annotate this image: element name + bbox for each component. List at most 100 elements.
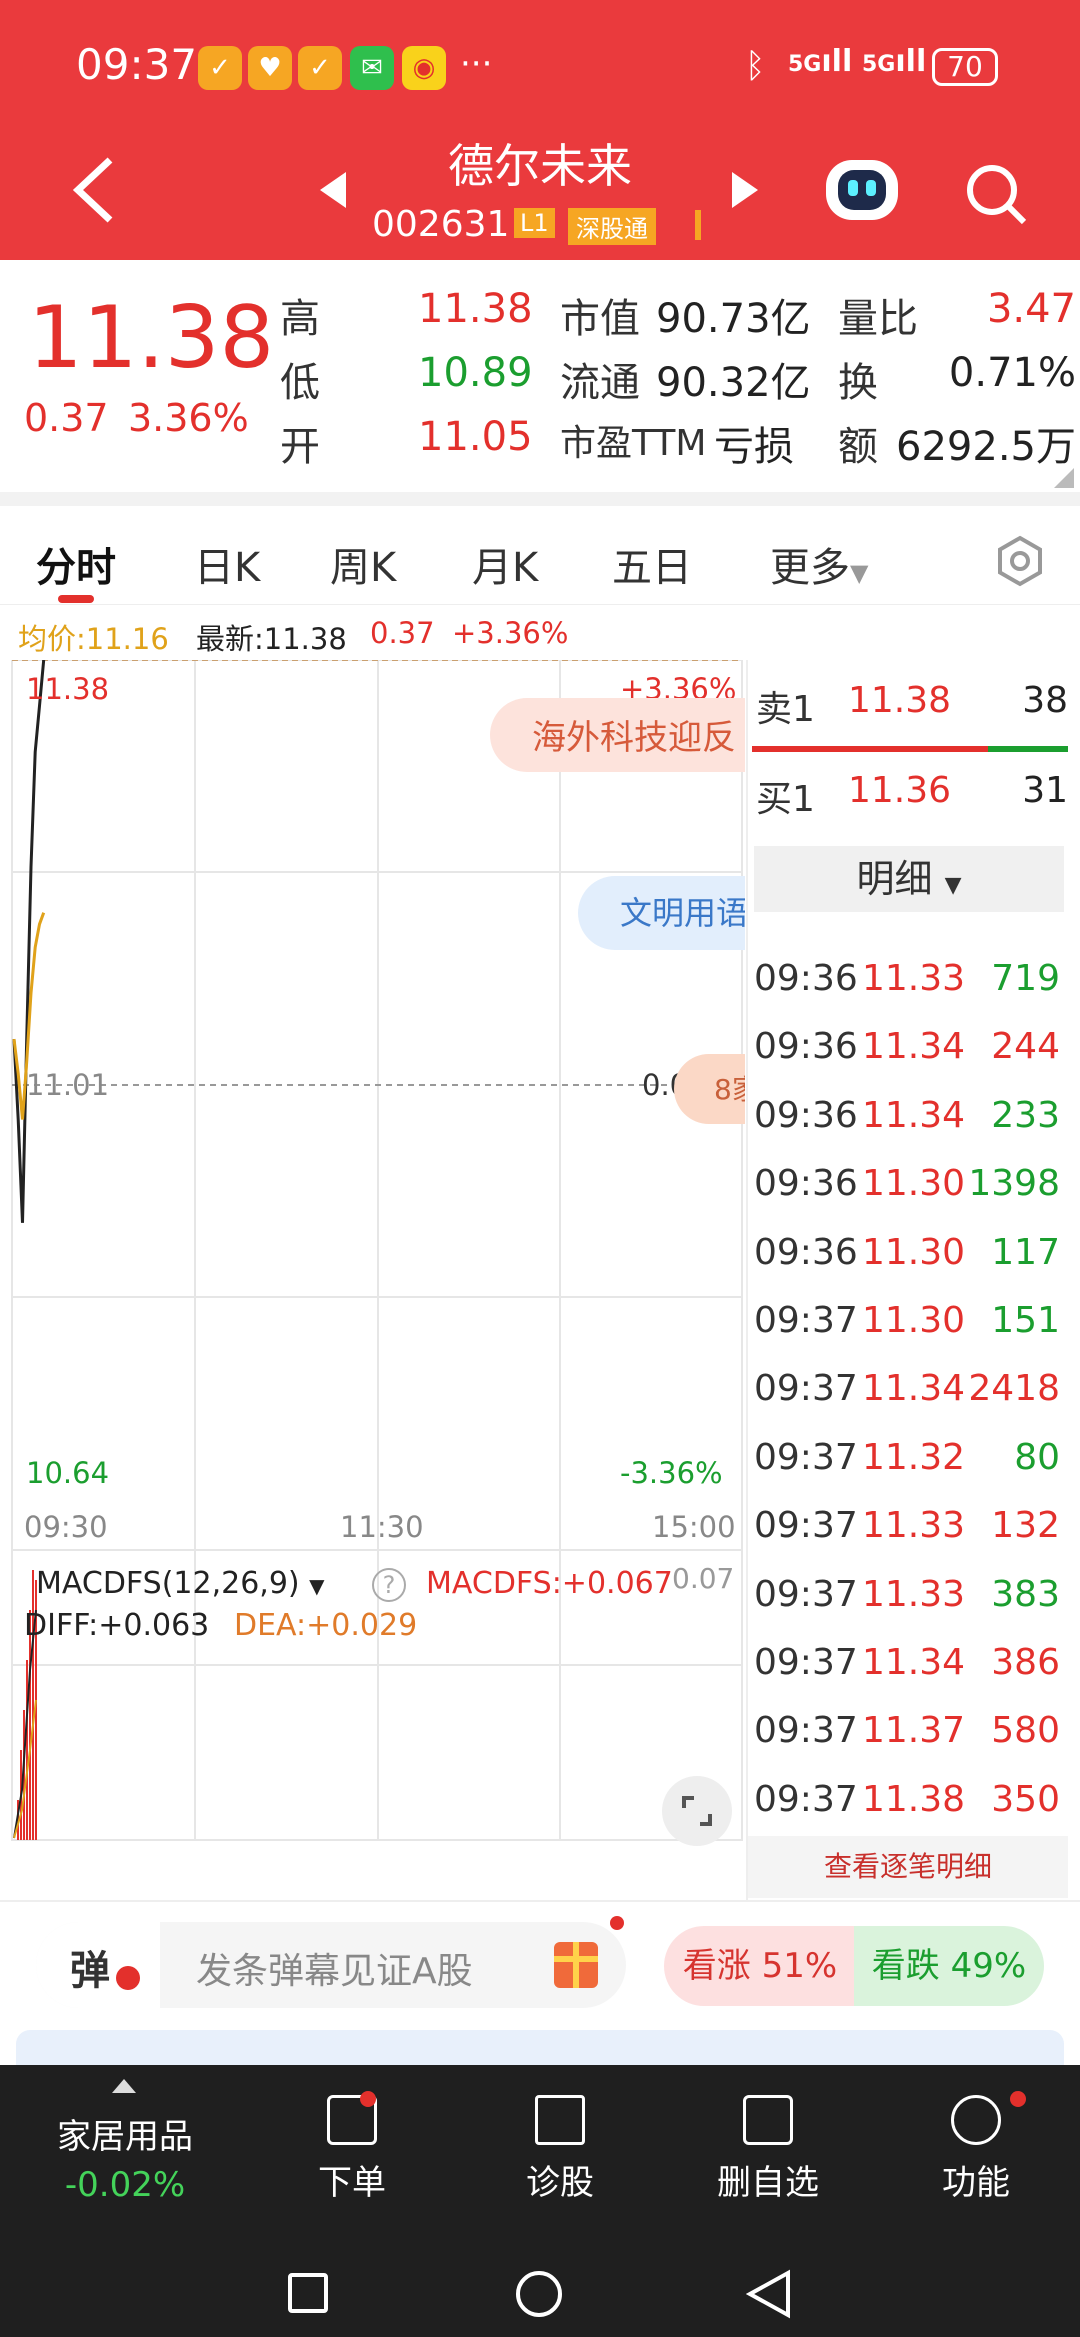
menu-icon [951, 2095, 1001, 2145]
tab-monthly-k[interactable]: 月K [472, 535, 538, 593]
y-axis-top: 11.38 [26, 672, 110, 706]
news-bubble[interactable]: 8家 [674, 1054, 745, 1124]
nav-remove-watchlist[interactable]: 删自选 [698, 2095, 838, 2204]
robot-assistant-icon[interactable] [826, 160, 898, 220]
home-icon[interactable] [516, 2271, 562, 2317]
status-time: 09:37 [76, 40, 198, 89]
pct-axis-bottom: -3.36% [620, 1456, 723, 1490]
exchange-badge: 深股通 [568, 208, 656, 245]
price-line [12, 660, 46, 1223]
current-price: 11.38 [28, 288, 275, 388]
amount-value: 6292.5万 [896, 424, 1076, 470]
dea-value: DEA:+0.029 [234, 1608, 418, 1643]
trade-row: 09:37 11.38 350 [752, 1771, 1062, 1839]
nav-diagnose[interactable]: 诊股 [490, 2095, 630, 2204]
trade-volume: 580 [991, 1710, 1060, 1752]
avg-price-label: 均价:11.16 [18, 622, 169, 656]
open-label: 开 [280, 424, 320, 470]
chart-grid [11, 660, 743, 1551]
trade-price: 11.33 [862, 958, 966, 999]
macd-scale: 0.07 [672, 1562, 735, 1595]
trade-time: 09:36 [754, 1026, 858, 1068]
chevron-down-icon: ▼ [850, 559, 869, 587]
trade-row: 09:37 11.33 132 [752, 1497, 1062, 1565]
trade-time: 09:36 [754, 1231, 858, 1273]
news-bubble[interactable]: 海外科技迎反 [490, 698, 745, 772]
network-type: 5G [788, 52, 822, 77]
bullish-vote-button[interactable]: 看涨 51% [664, 1926, 856, 2006]
expand-up-icon[interactable] [110, 2077, 138, 2095]
latest-change: 0.37 [370, 616, 435, 650]
stock-header: 德尔未来 002631 L1 深股通 [0, 130, 1080, 260]
tab-daily-k[interactable]: 日K [194, 535, 260, 593]
info-banner[interactable] [16, 2030, 1064, 2070]
news-bubble[interactable]: 文明用语 [578, 876, 745, 950]
weibo-icon: ◉ [402, 46, 446, 90]
help-icon[interactable]: ? [372, 1568, 406, 1602]
trade-time: 09:37 [754, 1573, 858, 1615]
trade-volume: 1398 [968, 1163, 1060, 1205]
trade-time: 09:37 [754, 1642, 858, 1683]
chart-tabs: 分时 日K 周K 月K 五日 更多▼ [0, 505, 1080, 605]
more-notifications-icon: ··· [460, 44, 493, 84]
notification-dot [360, 2091, 376, 2107]
back-icon[interactable] [70, 155, 120, 225]
trade-price: 11.30 [862, 1300, 966, 1341]
x-axis-end: 15:00 [652, 1510, 736, 1544]
sector-name[interactable]: 家居用品 [20, 2109, 230, 2158]
gift-icon[interactable] [554, 1942, 598, 1988]
app-notification-icon: ✓ [198, 46, 242, 90]
trade-volume: 386 [991, 1642, 1060, 1683]
bearish-vote-button[interactable]: 看跌 49% [854, 1926, 1044, 2006]
tab-more[interactable]: 更多▼ [770, 535, 868, 593]
stock-name: 德尔未来 [448, 139, 632, 193]
fullscreen-icon[interactable] [662, 1776, 732, 1846]
network-type: 5G [862, 52, 896, 77]
mcap-value: 90.73亿 [656, 296, 811, 342]
high-value: 11.38 [418, 286, 533, 332]
status-bar: 09:37 ✓ ♥ ✓ ✉ ◉ ··· ᛒ 5Gıll 5Gıll 70 [0, 0, 1080, 130]
recent-apps-icon[interactable] [288, 2273, 328, 2313]
buy1-volume: 31 [1022, 770, 1068, 811]
trade-time: 09:37 [754, 1300, 858, 1341]
trade-time: 09:37 [754, 1436, 858, 1478]
macd-value: MACDFS:+0.067 [426, 1566, 673, 1601]
notification-dot [610, 1916, 624, 1930]
search-icon[interactable] [964, 162, 1028, 226]
view-all-trades-button[interactable]: 查看逐笔明细 [748, 1836, 1068, 1898]
back-nav-icon[interactable] [746, 2269, 792, 2319]
nav-order[interactable]: 下单 [282, 2095, 422, 2204]
active-tab-indicator [58, 595, 94, 603]
trade-row: 09:36 11.30 1398 [752, 1155, 1062, 1223]
trade-price: 11.38 [862, 1778, 966, 1820]
trade-row: 09:36 11.34 233 [752, 1087, 1062, 1155]
tab-five-day[interactable]: 五日 [612, 535, 692, 593]
chevron-down-icon: ▼ [309, 1574, 325, 1598]
nav-functions[interactable]: 功能 [906, 2095, 1046, 2204]
expand-corner-icon[interactable] [1054, 468, 1074, 488]
detail-dropdown[interactable]: 明细 ▼ [754, 846, 1064, 912]
trade-price: 11.32 [862, 1436, 966, 1478]
trade-volume: 383 [991, 1573, 1060, 1615]
tab-weekly-k[interactable]: 周K [330, 535, 396, 593]
signal-icon: 5Gıll [862, 44, 927, 79]
settings-icon[interactable] [994, 535, 1046, 587]
price-chart[interactable] [0, 660, 745, 1650]
macd-indicator-selector[interactable]: MACDFS(12,26,9) ▼ [36, 1566, 325, 1601]
danmu-placeholder: 发条弹幕见证A股 [196, 1951, 473, 1992]
next-stock-icon[interactable] [730, 170, 760, 210]
trade-time: 09:37 [754, 1368, 858, 1410]
nav-diagnose-label: 诊股 [526, 2163, 594, 2203]
prev-stock-icon[interactable] [318, 170, 348, 210]
trade-time: 09:37 [754, 1778, 858, 1820]
section-divider [0, 492, 1080, 506]
trade-price: 11.33 [862, 1573, 966, 1615]
trade-volume: 350 [991, 1778, 1060, 1820]
latest-price-label: 最新:11.38 [196, 622, 347, 656]
trade-row: 09:36 11.34 244 [752, 1018, 1062, 1086]
price-change: 0.37 [24, 396, 109, 440]
wechat-icon: ✉ [350, 46, 394, 90]
danmu-input-bar[interactable]: 弹 发条弹幕见证A股 [36, 1916, 626, 2008]
trade-time: 09:36 [754, 1094, 858, 1136]
tab-intraday[interactable]: 分时 [36, 535, 116, 593]
